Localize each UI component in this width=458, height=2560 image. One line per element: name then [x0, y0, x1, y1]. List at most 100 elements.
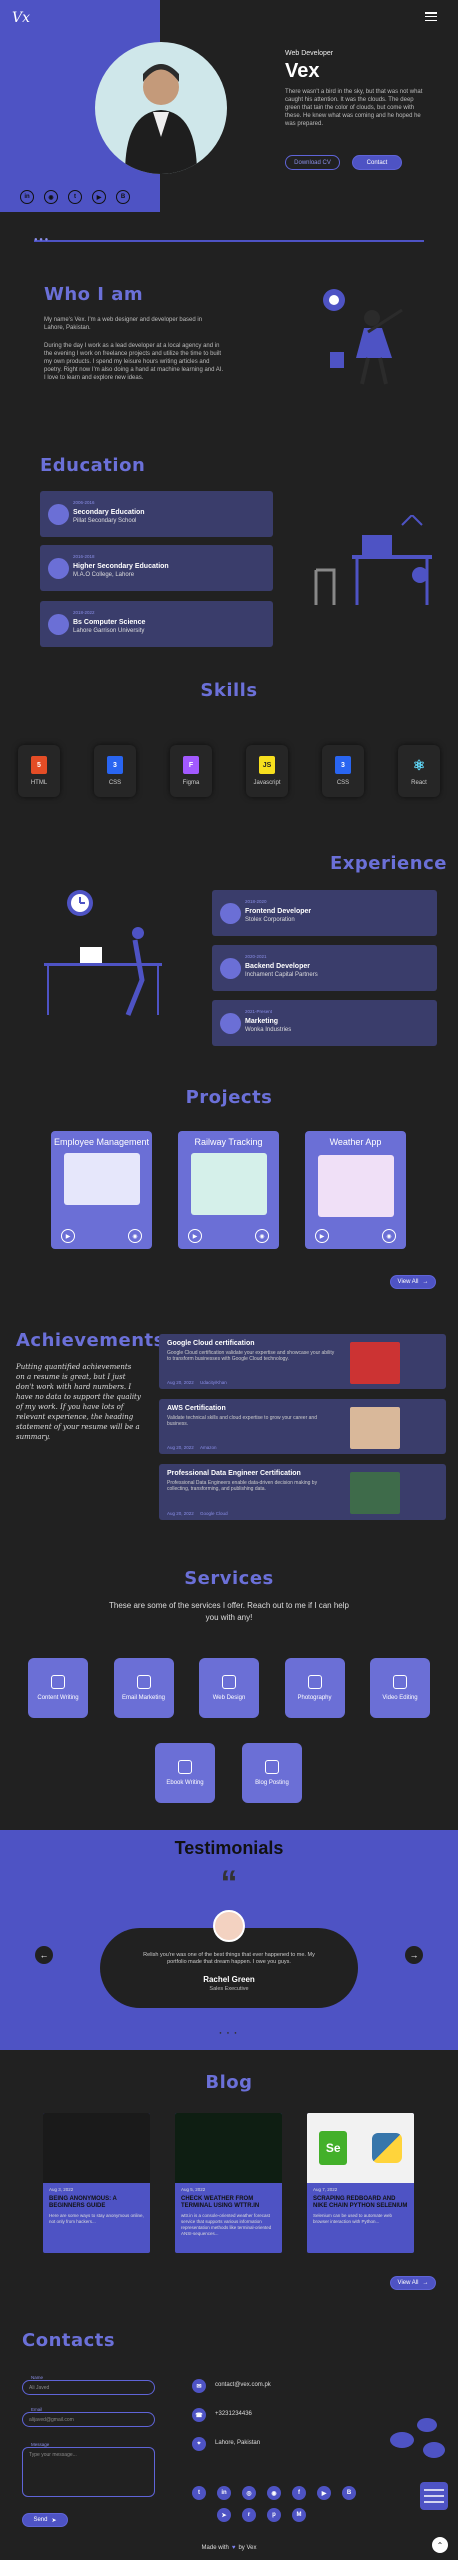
- contact-phone[interactable]: +3231234436: [215, 2411, 252, 2417]
- linkedin-icon[interactable]: in: [217, 2486, 231, 2500]
- service-card[interactable]: Web Design: [199, 1658, 259, 1718]
- achievement-desc: Google Cloud certification validate your…: [167, 1350, 335, 1362]
- blog-view-all-button[interactable]: View All →: [390, 2276, 436, 2290]
- github-icon[interactable]: ◉: [267, 2486, 281, 2500]
- project-card[interactable]: Employee Management ▶ ◉: [51, 1131, 152, 1249]
- message-field[interactable]: Message Type your message...: [22, 2442, 155, 2497]
- email-placeholder: alijaved@gmail.com: [29, 2417, 74, 2423]
- arrow-left-icon[interactable]: ←: [35, 1946, 53, 1964]
- send-button[interactable]: Send ➤: [22, 2513, 68, 2527]
- blog-card[interactable]: Se Aug 7, 2022 SCRAPING REDBOARD AND NIK…: [307, 2113, 414, 2253]
- section-divider: [34, 240, 424, 242]
- hamburger-menu-icon[interactable]: [425, 12, 437, 21]
- project-card[interactable]: Weather App ▶ ◉: [305, 1131, 406, 1249]
- experience-title: Experience: [330, 853, 447, 874]
- arrow-right-icon: →: [422, 2280, 429, 2286]
- site-logo[interactable]: Vx: [12, 10, 30, 26]
- skill-card: 5 HTML: [18, 745, 60, 797]
- achievement-org: Google Cloud: [200, 1511, 228, 1516]
- testimonial-role: Sales Executive: [209, 1986, 249, 1992]
- blogger-icon[interactable]: B: [342, 2486, 356, 2500]
- education-degree: Higher Secondary Education: [73, 563, 169, 570]
- scroll-to-top-icon[interactable]: ⌃: [432, 2537, 448, 2553]
- email-field[interactable]: Email alijaved@gmail.com: [22, 2407, 155, 2427]
- blog-desc: Here are some ways to stay anonymous onl…: [49, 2213, 144, 2224]
- reddit-icon[interactable]: r: [242, 2508, 256, 2522]
- project-card[interactable]: Railway Tracking ▶ ◉: [178, 1131, 279, 1249]
- achievement-org: Udacity/Khan: [200, 1380, 227, 1385]
- pinterest-icon[interactable]: p: [267, 2508, 281, 2522]
- achievement-date: Aug 20, 2022: [167, 1380, 194, 1385]
- github-icon[interactable]: ◉: [128, 1229, 142, 1243]
- contact-email[interactable]: contact@vex.com.pk: [215, 2382, 271, 2388]
- contact-button[interactable]: Contact: [352, 155, 402, 170]
- service-label: Blog Posting: [255, 1779, 289, 1786]
- services-subtitle: These are some of the services I offer. …: [109, 1601, 349, 1622]
- message-placeholder: Type your message...: [29, 2452, 77, 2458]
- play-icon[interactable]: ▶: [61, 1229, 75, 1243]
- css3-icon: 3: [107, 756, 123, 774]
- youtube-icon[interactable]: ▶: [92, 190, 106, 204]
- projects-view-all-button[interactable]: View All →: [390, 1275, 436, 1289]
- testimonial-name: Rachel Green: [203, 1975, 255, 1984]
- achievement-card: Professional Data Engineer Certification…: [159, 1464, 446, 1520]
- twitter-icon[interactable]: t: [192, 2486, 206, 2500]
- carousel-dots[interactable]: ● ● ●: [0, 2030, 458, 2035]
- achievements-quote: Putting quantified achievements on a res…: [16, 1363, 141, 1441]
- skill-label: Javascript: [253, 780, 281, 786]
- education-title: Education: [40, 455, 146, 476]
- service-card[interactable]: Blog Posting: [242, 1743, 302, 1803]
- selenium-icon: Se: [319, 2131, 348, 2165]
- mail-icon: [136, 1674, 151, 1689]
- blog-card[interactable]: Aug 5, 2022 CHECK WEATHER FROM TERMINAL …: [175, 2113, 282, 2253]
- play-icon[interactable]: ▶: [315, 1229, 329, 1243]
- footer-made-with: Made with: [201, 2545, 229, 2551]
- service-label: Web Design: [212, 1694, 246, 1701]
- briefcase-icon: [220, 903, 241, 924]
- service-card[interactable]: Photography: [284, 1658, 345, 1718]
- phone-icon: ☎: [192, 2408, 206, 2422]
- achievement-title: Google Cloud certification: [167, 1340, 255, 1347]
- blog-image: [175, 2113, 282, 2183]
- service-card[interactable]: Email Marketing: [113, 1658, 174, 1718]
- education-date: 2016-2018: [73, 554, 95, 559]
- facebook-icon[interactable]: f: [292, 2486, 306, 2500]
- arrow-right-icon[interactable]: →: [405, 1946, 423, 1964]
- experience-role: Marketing: [245, 1018, 279, 1025]
- footer: Made with ♥ by Vex: [0, 2545, 458, 2551]
- youtube-icon[interactable]: ▶: [317, 2486, 331, 2500]
- instagram-icon[interactable]: ◎: [242, 2486, 256, 2500]
- telegram-icon[interactable]: ➤: [217, 2508, 231, 2522]
- blog-title: Blog: [205, 2072, 253, 2093]
- achievements-title: Achievements: [16, 1330, 165, 1351]
- blogger-icon[interactable]: B: [116, 190, 130, 204]
- linkedin-icon[interactable]: in: [20, 190, 34, 204]
- blog-desc: Selenium can be used to automate web bro…: [313, 2213, 393, 2224]
- education-school: Lahore Garrison University: [73, 628, 145, 634]
- blog-post-title: CHECK WEATHER FROM TERMINAL USING WTTR.I…: [181, 2196, 260, 2209]
- achievement-meta: Aug 20, 2022 Amazon: [167, 1445, 217, 1450]
- achievement-date: Aug 20, 2022: [167, 1445, 194, 1450]
- medium-icon[interactable]: M: [292, 2508, 306, 2522]
- download-cv-button[interactable]: Download CV: [285, 155, 340, 170]
- avatar: [213, 1910, 245, 1942]
- name-field[interactable]: Name Ali Javed: [22, 2375, 155, 2395]
- skill-card: 3 CSS: [322, 745, 364, 797]
- achievement-meta: Aug 20, 2022 Udacity/Khan: [167, 1380, 227, 1385]
- skill-label: HTML: [30, 780, 48, 786]
- github-icon[interactable]: ◉: [255, 1229, 269, 1243]
- skills-list: 5 HTML 3 CSS F Figma JS Javascript 3 CSS ⚛ Rea…: [18, 745, 440, 797]
- github-icon[interactable]: ◉: [382, 1229, 396, 1243]
- blog-card[interactable]: Aug 3, 2022 BEING ANONYMOUS: A BEGINNERS…: [43, 2113, 150, 2253]
- service-card[interactable]: Ebook Writing: [155, 1743, 215, 1803]
- service-card[interactable]: Content Writing: [28, 1658, 88, 1718]
- achievement-title: Professional Data Engineer Certification: [167, 1470, 301, 1477]
- service-card[interactable]: Video Editing: [370, 1658, 430, 1718]
- twitter-icon[interactable]: t: [68, 190, 82, 204]
- blog-date: Aug 5, 2022: [181, 2187, 206, 2192]
- portfolio-page: Vx in ◉ t ▶ B Web Developer Vex There wa…: [0, 0, 458, 2560]
- github-icon[interactable]: ◉: [44, 190, 58, 204]
- project-illustration: [190, 1153, 267, 1215]
- play-icon[interactable]: ▶: [188, 1229, 202, 1243]
- name-label: Name: [29, 2375, 46, 2380]
